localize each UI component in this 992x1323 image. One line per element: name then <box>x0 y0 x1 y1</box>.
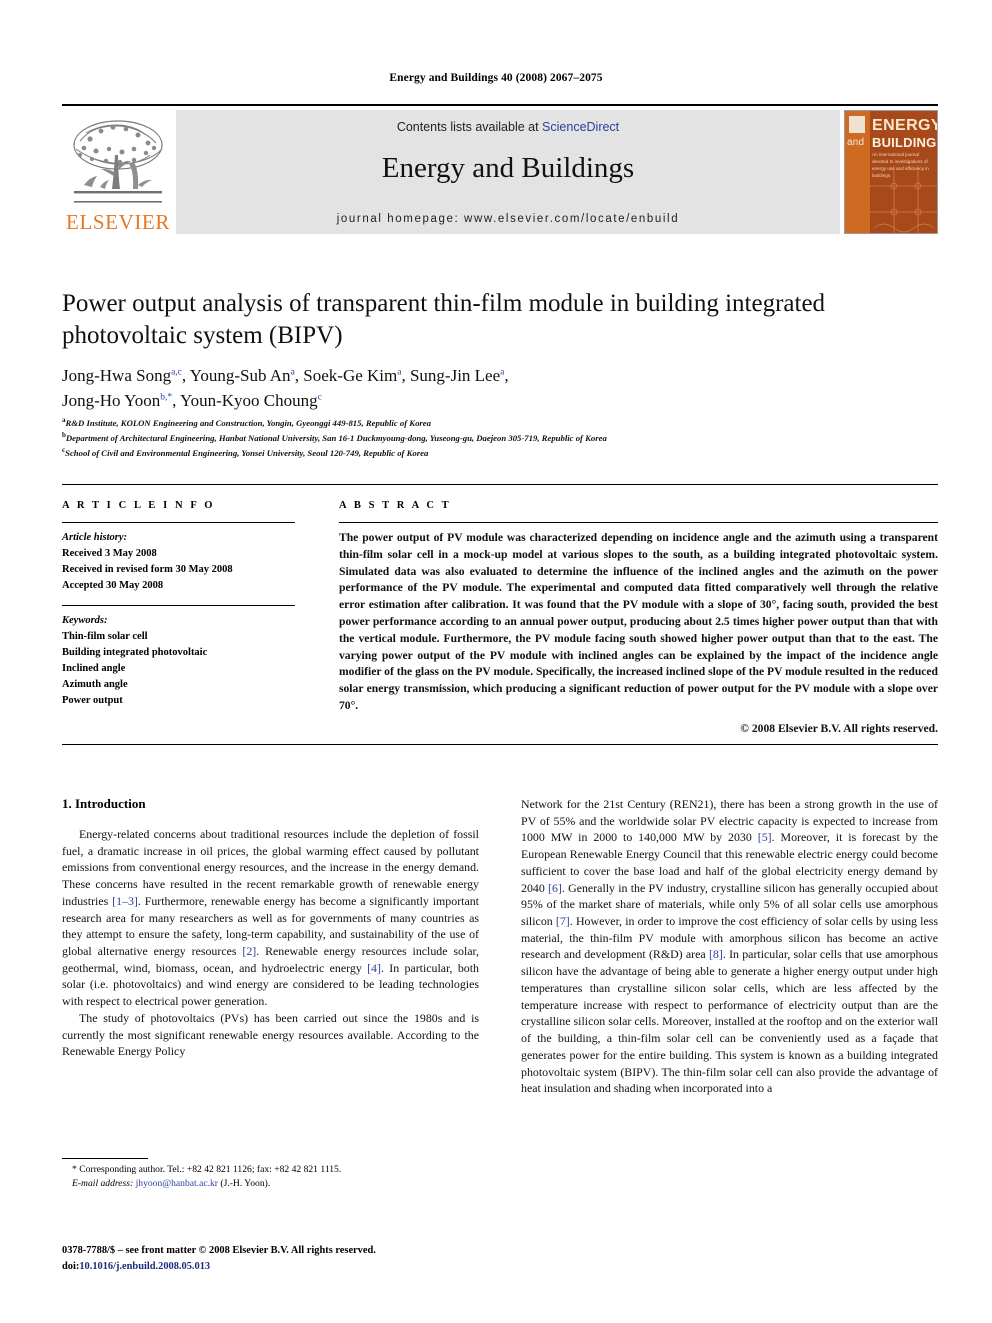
elsevier-tree-icon <box>66 115 170 211</box>
sciencedirect-link[interactable]: ScienceDirect <box>542 120 619 134</box>
divider-keywords <box>62 604 295 606</box>
footnote-block: * Corresponding author. Tel.: +82 42 821… <box>62 1163 479 1192</box>
author-name: Jong-Ho Yoon <box>62 390 161 410</box>
author-affil-mark: a,c <box>171 367 182 378</box>
divider-above-info <box>62 484 938 485</box>
corresponding-author-note: * Corresponding author. Tel.: +82 42 821… <box>72 1164 342 1175</box>
cover-subtitle: An international journal devoted to inve… <box>872 152 929 178</box>
author-separator: , <box>504 366 509 385</box>
article-info-column: Article history: Received 3 May 2008 Rec… <box>62 530 295 709</box>
citation-ref[interactable]: [4] <box>367 961 381 975</box>
affiliation-text: R&D Institute, KOLON Engineering and Con… <box>65 417 432 428</box>
email-link[interactable]: jhyoon@hanbat.ac.kr <box>136 1178 218 1189</box>
journal-title: Energy and Buildings <box>381 152 635 184</box>
abstract-column: The power output of PV module was charac… <box>339 530 938 738</box>
author-line-2: Jong-Ho Yoonb,*, Youn-Kyoo Choungc <box>62 389 938 414</box>
citation-ref[interactable]: [1–3] <box>112 894 138 908</box>
affiliation-text: School of Civil and Environmental Engine… <box>65 447 429 458</box>
keyword-item: Azimuth angle <box>62 678 128 690</box>
article-history-item: Received in revised form 30 May 2008 <box>62 563 233 575</box>
article-history-item: Received 3 May 2008 <box>62 547 157 559</box>
author-line-1: Jong-Hwa Songa,c, Young-Sub Ana, Soek-Ge… <box>62 364 938 389</box>
journal-masthead: ELSEVIER Contents lists available at Sci… <box>62 104 938 234</box>
body-paragraph: Network for the 21st Century (REN21), th… <box>521 796 938 1097</box>
author-name: , Soek-Ge Kim <box>294 366 398 385</box>
section-heading-introduction: 1. Introduction <box>62 796 146 811</box>
elsevier-wordmark: ELSEVIER <box>66 210 170 234</box>
email-owner: (J.-H. Yoon). <box>220 1178 271 1190</box>
abstract-text: The power output of PV module was charac… <box>339 531 939 712</box>
issn-line: 0378-7788/$ – see front matter © 2008 El… <box>62 1245 376 1256</box>
article-history-item: Accepted 30 May 2008 <box>62 579 164 591</box>
keyword-item: Building integrated photovoltaic <box>62 646 208 658</box>
article-title: Power output analysis of transparent thi… <box>62 290 826 349</box>
author-name: , Youn-Kyoo Choung <box>172 390 318 410</box>
author-affil-mark: b,* <box>160 391 173 402</box>
author-list: Jong-Hwa Songa,c, Young-Sub Ana, Soek-Ge… <box>62 364 938 413</box>
journal-cover-thumbnail: and ENERGY BUILDINGS An international jo… <box>844 110 938 234</box>
body-paragraph: The study of photovoltaics (PVs) has bee… <box>62 1010 479 1059</box>
affiliation-list: aR&D Institute, KOLON Engineering and Co… <box>62 415 938 460</box>
doi-link[interactable]: 10.1016/j.enbuild.2008.05.013 <box>79 1261 210 1272</box>
body-column-right: Network for the 21st Century (REN21), th… <box>521 796 938 1097</box>
citation-ref[interactable]: [2] <box>242 944 256 958</box>
keywords-label: Keywords: <box>62 614 108 626</box>
email-label: E-mail address: <box>72 1178 134 1190</box>
affiliation-item: bDepartment of Architectural Engineering… <box>62 430 938 445</box>
body-text: . In particular, solar cells that use am… <box>521 947 938 1096</box>
journal-homepage-link[interactable]: journal homepage: www.elsevier.com/locat… <box>176 213 840 225</box>
cover-energy-label: ENERGY <box>872 117 938 134</box>
body-column-left: Energy-related concerns about traditiona… <box>62 826 479 1060</box>
doi-line: doi:10.1016/j.enbuild.2008.05.013 <box>62 1259 512 1275</box>
contents-lists-label: Contents lists available at <box>396 120 543 134</box>
article-info-heading: A R T I C L E I N F O <box>62 500 216 511</box>
running-head: Energy and Buildings 40 (2008) 2067–2075 <box>389 72 603 84</box>
author-name: , Sung-Jin Lee <box>401 366 501 385</box>
sciencedirect-band: Contents lists available at ScienceDirec… <box>176 110 840 234</box>
abstract-heading: A B S T R A C T <box>339 500 452 511</box>
imprint-block: 0378-7788/$ – see front matter © 2008 El… <box>62 1243 512 1274</box>
email-note: E-mail address: jhyoon@hanbat.ac.kr (J.-… <box>62 1177 479 1191</box>
article-history-label: Article history: <box>62 532 128 543</box>
affiliation-item: aR&D Institute, KOLON Engineering and Co… <box>62 415 938 430</box>
keyword-item: Inclined angle <box>62 662 126 674</box>
footnote-divider <box>62 1158 148 1159</box>
cover-elsevier-mark <box>849 116 865 133</box>
divider-abstract-column <box>339 522 938 523</box>
keyword-item: Thin-film solar cell <box>62 630 148 642</box>
author-name: , Young-Sub An <box>181 366 291 385</box>
body-paragraph: Energy-related concerns about traditiona… <box>62 826 479 1010</box>
author-name: Jong-Hwa Song <box>62 366 172 385</box>
paper-page: Energy and Buildings 40 (2008) 2067–2075 <box>0 0 992 1323</box>
corresponding-author-text: Corresponding author. Tel.: +82 42 821 1… <box>79 1164 342 1175</box>
citation-ref[interactable]: [5] <box>758 830 772 844</box>
author-affil-mark: c <box>317 391 322 402</box>
cover-and-label: and <box>847 137 865 148</box>
citation-ref[interactable]: [6] <box>548 881 562 895</box>
abstract-copyright: © 2008 Elsevier B.V. All rights reserved… <box>740 721 938 735</box>
doi-label: doi: <box>62 1260 80 1272</box>
citation-ref[interactable]: [7] <box>556 914 570 928</box>
citation-ref[interactable]: [8] <box>709 947 723 961</box>
divider-below-abstract <box>62 744 938 745</box>
contents-lists-line: Contents lists available at ScienceDirec… <box>176 120 840 134</box>
cover-buildings-label: BUILDINGS <box>872 135 938 150</box>
keyword-item: Power output <box>62 694 123 706</box>
elsevier-logo: ELSEVIER <box>62 110 174 234</box>
divider-info-column <box>62 522 295 523</box>
affiliation-item: cSchool of Civil and Environmental Engin… <box>62 445 938 460</box>
affiliation-text: Department of Architectural Engineering,… <box>65 432 607 443</box>
